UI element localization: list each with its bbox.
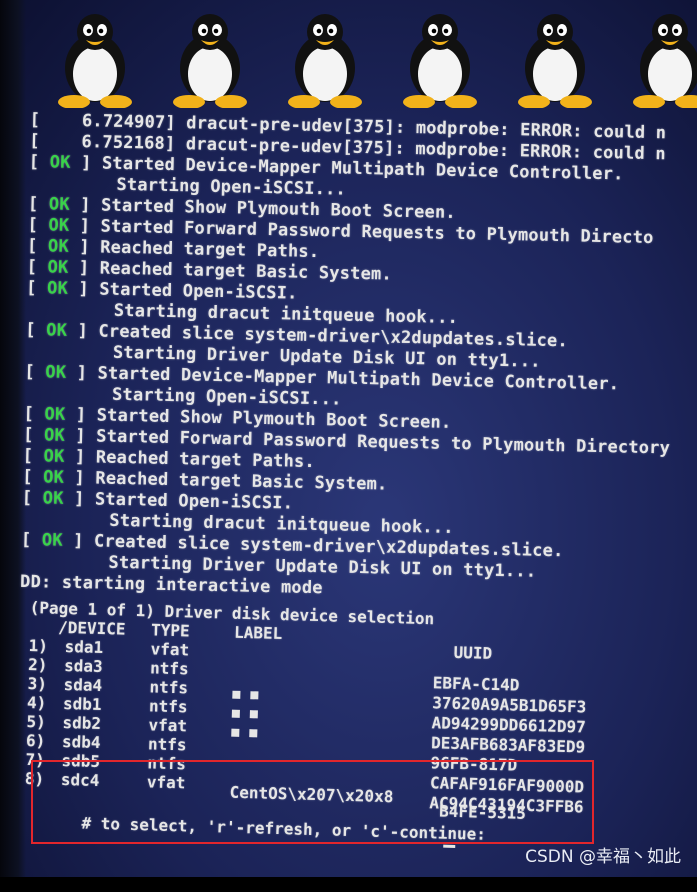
status-bracket: [: [26, 277, 48, 299]
ok-status-badge: OK: [48, 194, 70, 215]
status-bracket: [: [22, 466, 44, 488]
highlight-box: [31, 760, 594, 844]
console-screen: [ 6.724907] dracut-pre-udev[375]: modpro…: [0, 0, 697, 877]
status-bracket: ]: [65, 404, 97, 426]
device-number: 3): [27, 673, 48, 694]
device-name: sdb2: [62, 712, 102, 734]
status-bracket: ]: [70, 152, 103, 174]
ok-status-badge: OK: [43, 446, 65, 467]
device-number: 2): [27, 654, 48, 675]
status-bracket: ]: [63, 467, 96, 489]
status-bracket: [: [28, 151, 50, 173]
device-name: sdb1: [62, 693, 102, 715]
ok-status-badge: OK: [42, 488, 64, 509]
status-bracket: ]: [62, 530, 95, 552]
status-bracket: [: [27, 193, 50, 215]
device-name: sda3: [63, 655, 103, 677]
boot-log-text: Started Open-iSCSI.: [99, 279, 298, 304]
status-bracket: ]: [64, 425, 97, 447]
boot-log-text: Started Open-iSCSI.: [94, 489, 294, 514]
tux-penguin-icon: [518, 14, 592, 108]
status-bracket: ]: [69, 194, 102, 216]
ok-status-badge: OK: [47, 236, 70, 257]
status-bracket: [: [22, 445, 44, 467]
status-bracket: ]: [63, 488, 96, 510]
device-number: 6): [25, 730, 46, 751]
ok-status-badge: OK: [42, 467, 65, 488]
device-name: sda4: [63, 674, 103, 696]
watermark: CSDN @幸福丶如此: [525, 847, 681, 867]
tux-logo-row: [30, 8, 697, 108]
device-type: ntfs: [148, 696, 188, 717]
status-bracket: [: [22, 424, 45, 446]
ok-status-badge: OK: [44, 404, 66, 425]
ok-status-badge: OK: [45, 362, 67, 383]
status-bracket: [: [24, 361, 46, 383]
status-bracket: ]: [68, 257, 100, 279]
device-type: ntfs: [149, 677, 189, 698]
status-bracket: ]: [66, 362, 98, 384]
ok-status-badge: OK: [49, 152, 71, 173]
device-name: sda1: [64, 636, 104, 658]
ok-status-badge: OK: [48, 215, 70, 236]
tux-penguin-icon: [403, 14, 477, 108]
boot-log: [ 6.724907] dracut-pre-udev[375]: modpro…: [20, 110, 697, 607]
ok-status-badge: OK: [46, 278, 69, 299]
status-bracket: ]: [66, 320, 99, 342]
ok-status-badge: OK: [41, 530, 63, 551]
status-bracket: [: [21, 487, 43, 509]
monitor-bezel: [0, 0, 26, 877]
device-name: sdb4: [61, 731, 101, 753]
tux-penguin-icon: [633, 14, 697, 108]
text-cursor[interactable]: [443, 844, 456, 848]
device-number: 5): [26, 711, 47, 732]
status-bracket: [: [23, 403, 45, 425]
status-bracket: ]: [67, 278, 100, 300]
status-bracket: [: [25, 319, 47, 341]
device-type: vfat: [150, 639, 190, 660]
tux-penguin-icon: [58, 14, 132, 108]
ok-status-badge: OK: [43, 425, 66, 446]
tux-penguin-icon: [173, 14, 247, 108]
status-bracket: ]: [69, 215, 101, 237]
status-bracket: [: [27, 214, 49, 236]
device-number: 4): [26, 692, 47, 713]
device-number: 1): [28, 635, 49, 656]
ok-status-badge: OK: [47, 257, 69, 278]
status-bracket: [: [26, 256, 48, 278]
tux-penguin-icon: [288, 14, 362, 108]
device-type: ntfs: [149, 658, 189, 679]
device-type: vfat: [148, 715, 188, 736]
status-bracket: [: [26, 235, 49, 257]
header-type: TYPE: [150, 620, 190, 641]
status-bracket: ]: [68, 236, 101, 258]
status-bracket: ]: [64, 446, 97, 468]
status-bracket: [: [20, 529, 43, 551]
header-label: LABEL: [233, 622, 283, 644]
device-type: ntfs: [147, 734, 187, 755]
ok-status-badge: OK: [46, 320, 68, 341]
